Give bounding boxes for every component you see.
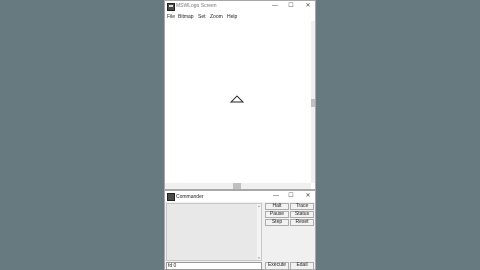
menu-set[interactable]: Set bbox=[198, 14, 206, 20]
commander-minimize-button[interactable]: — bbox=[269, 192, 283, 201]
commander-maximize-button[interactable]: ☐ bbox=[284, 192, 298, 201]
menu-zoom[interactable]: Zoom bbox=[210, 14, 223, 20]
vertical-scrollbar[interactable] bbox=[311, 21, 315, 183]
history-scrollbar[interactable]: ▲ ▼ bbox=[257, 204, 261, 260]
command-input[interactable]: fd 0 bbox=[166, 262, 262, 270]
commander-window: Commander — ☐ ✕ ▲ ▼ Halt Trace Pause Sta… bbox=[164, 190, 316, 270]
commander-icon bbox=[167, 193, 175, 201]
vertical-scroll-thumb[interactable] bbox=[311, 99, 315, 107]
commander-close-button[interactable]: ✕ bbox=[301, 192, 315, 201]
reset-button[interactable]: Reset bbox=[290, 219, 314, 226]
minimize-button[interactable]: — bbox=[268, 2, 282, 11]
maximize-button[interactable]: ☐ bbox=[284, 2, 298, 11]
menu-bar: File Bitmap Set Zoom Help bbox=[165, 12, 315, 21]
horizontal-scroll-thumb[interactable] bbox=[233, 183, 241, 189]
pause-button[interactable]: Pause bbox=[265, 211, 289, 218]
title-bar[interactable]: MSWLogo Screen — ☐ ✕ bbox=[165, 1, 315, 12]
menu-help[interactable]: Help bbox=[227, 14, 237, 20]
command-history[interactable]: ▲ ▼ bbox=[166, 203, 262, 261]
drawing-canvas[interactable] bbox=[165, 21, 311, 183]
step-button[interactable]: Step bbox=[265, 219, 289, 226]
edall-button[interactable]: Edall bbox=[290, 262, 314, 270]
halt-button[interactable]: Halt bbox=[265, 203, 289, 210]
trace-button[interactable]: Trace bbox=[290, 203, 314, 210]
main-window: MSWLogo Screen — ☐ ✕ File Bitmap Set Zoo… bbox=[164, 0, 316, 190]
horizontal-scrollbar[interactable] bbox=[165, 183, 311, 189]
close-button[interactable]: ✕ bbox=[301, 2, 315, 11]
menu-file[interactable]: File bbox=[167, 14, 175, 20]
menu-bitmap[interactable]: Bitmap bbox=[178, 14, 194, 20]
commander-title: Commander bbox=[176, 194, 204, 200]
scroll-up-icon[interactable]: ▲ bbox=[257, 204, 261, 208]
app-icon bbox=[167, 3, 175, 11]
execute-button[interactable]: Execute bbox=[265, 262, 289, 270]
status-button[interactable]: Status bbox=[290, 211, 314, 218]
turtle-icon bbox=[230, 95, 244, 103]
scroll-down-icon[interactable]: ▼ bbox=[257, 256, 261, 260]
commander-title-bar[interactable]: Commander — ☐ ✕ bbox=[165, 191, 315, 202]
window-title: MSWLogo Screen bbox=[176, 3, 217, 9]
